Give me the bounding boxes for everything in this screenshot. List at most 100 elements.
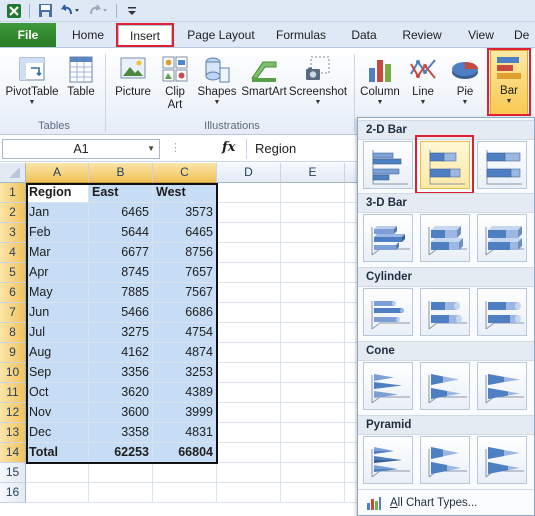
column-header-e[interactable]: E: [281, 163, 345, 183]
smartart-button[interactable]: SmartArt: [240, 52, 288, 99]
row-header-10[interactable]: 10: [0, 363, 26, 383]
cell[interactable]: Apr: [26, 263, 89, 283]
row-header-2[interactable]: 2: [0, 203, 26, 223]
cell[interactable]: 4754: [153, 323, 217, 343]
cell[interactable]: [217, 223, 281, 243]
cell[interactable]: [345, 323, 357, 343]
cell[interactable]: 8745: [89, 263, 153, 283]
worksheet-grid[interactable]: A B C D E 1 Region East West 2 Jan 6465 3573 3 Fe…: [0, 163, 357, 516]
formula-input[interactable]: Region: [246, 139, 357, 159]
clustered-pyramid-option[interactable]: [363, 436, 413, 484]
cell[interactable]: Region: [26, 183, 89, 203]
column-header-a[interactable]: A: [26, 163, 89, 183]
3d-clustered-bar-option[interactable]: [363, 214, 413, 262]
cell[interactable]: [217, 463, 281, 483]
cell[interactable]: 3275: [89, 323, 153, 343]
stacked-pyramid-option[interactable]: [420, 436, 470, 484]
column-header-f-partial[interactable]: [345, 163, 357, 183]
cell[interactable]: [345, 423, 357, 443]
cell[interactable]: [281, 303, 345, 323]
cell[interactable]: [217, 443, 281, 463]
tab-formulas[interactable]: Formulas: [268, 25, 334, 47]
excel-logo-icon[interactable]: [4, 2, 24, 20]
cell[interactable]: Nov: [26, 403, 89, 423]
cell[interactable]: 3358: [89, 423, 153, 443]
tab-file[interactable]: File: [0, 23, 56, 47]
cell[interactable]: [345, 263, 357, 283]
cell[interactable]: [345, 403, 357, 423]
cell[interactable]: 3573: [153, 203, 217, 223]
cell[interactable]: Aug: [26, 343, 89, 363]
cell[interactable]: [345, 363, 357, 383]
clustered-cone-option[interactable]: [363, 362, 413, 410]
3d-stacked-bar-option[interactable]: [420, 214, 470, 262]
column-header-b[interactable]: B: [89, 163, 153, 183]
cell[interactable]: [281, 243, 345, 263]
cell[interactable]: [217, 263, 281, 283]
cell[interactable]: [217, 343, 281, 363]
cell[interactable]: Mar: [26, 243, 89, 263]
cell[interactable]: [217, 383, 281, 403]
cell[interactable]: [281, 483, 345, 503]
all-chart-types-link[interactable]: All Chart Types...: [358, 489, 534, 515]
cell[interactable]: 3999: [153, 403, 217, 423]
column-header-c[interactable]: C: [153, 163, 217, 183]
table-button[interactable]: Table: [62, 52, 100, 99]
cell[interactable]: 5644: [89, 223, 153, 243]
row-header-1[interactable]: 1: [0, 183, 26, 203]
cell[interactable]: [217, 323, 281, 343]
cell[interactable]: [281, 443, 345, 463]
row-header-3[interactable]: 3: [0, 223, 26, 243]
100-stacked-bar-option[interactable]: [477, 141, 527, 189]
stacked-bar-option[interactable]: [420, 141, 470, 189]
clustered-cylinder-option[interactable]: [363, 288, 413, 336]
row-header-14[interactable]: 14: [0, 443, 26, 463]
cell[interactable]: 62253: [89, 443, 153, 463]
tab-insert[interactable]: Insert: [118, 25, 172, 47]
row-header-7[interactable]: 7: [0, 303, 26, 323]
cell[interactable]: 7885: [89, 283, 153, 303]
pivottable-button[interactable]: PivotTable ▼: [4, 52, 60, 107]
save-icon[interactable]: [35, 2, 55, 20]
100-stacked-cone-option[interactable]: [477, 362, 527, 410]
cell[interactable]: [345, 463, 357, 483]
bar-chart-button[interactable]: Bar ▼: [490, 50, 528, 116]
cell[interactable]: 6686: [153, 303, 217, 323]
cell[interactable]: [345, 443, 357, 463]
tab-view[interactable]: View: [458, 25, 504, 47]
name-box[interactable]: A1 ▼: [2, 139, 160, 159]
select-all-corner[interactable]: [0, 163, 26, 183]
tab-page-layout[interactable]: Page Layout: [180, 25, 262, 47]
cell[interactable]: 8756: [153, 243, 217, 263]
cell[interactable]: East: [89, 183, 153, 203]
cell[interactable]: [217, 283, 281, 303]
picture-button[interactable]: Picture: [110, 52, 156, 99]
undo-icon[interactable]: [57, 2, 83, 20]
redo-icon[interactable]: [85, 2, 111, 20]
pie-chart-button[interactable]: Pie ▼: [444, 52, 486, 107]
cell[interactable]: 4162: [89, 343, 153, 363]
100-stacked-pyramid-option[interactable]: [477, 436, 527, 484]
row-header-8[interactable]: 8: [0, 323, 26, 343]
shapes-button[interactable]: Shapes ▼: [196, 52, 238, 107]
clustered-bar-option[interactable]: [363, 141, 413, 189]
cell[interactable]: [153, 463, 217, 483]
cell[interactable]: 3253: [153, 363, 217, 383]
tab-home[interactable]: Home: [62, 25, 114, 47]
row-header-6[interactable]: 6: [0, 283, 26, 303]
cell[interactable]: [345, 243, 357, 263]
cell[interactable]: [281, 203, 345, 223]
cell[interactable]: [345, 383, 357, 403]
cell[interactable]: 7567: [153, 283, 217, 303]
cell[interactable]: [345, 223, 357, 243]
cell[interactable]: Sep: [26, 363, 89, 383]
row-header-13[interactable]: 13: [0, 423, 26, 443]
cell[interactable]: 6465: [89, 203, 153, 223]
column-chart-button[interactable]: Column ▼: [358, 52, 402, 107]
cell[interactable]: [217, 183, 281, 203]
chevron-down-icon[interactable]: ▼: [147, 140, 155, 158]
cell[interactable]: [217, 403, 281, 423]
row-header-5[interactable]: 5: [0, 263, 26, 283]
cell[interactable]: May: [26, 283, 89, 303]
cell[interactable]: 3356: [89, 363, 153, 383]
